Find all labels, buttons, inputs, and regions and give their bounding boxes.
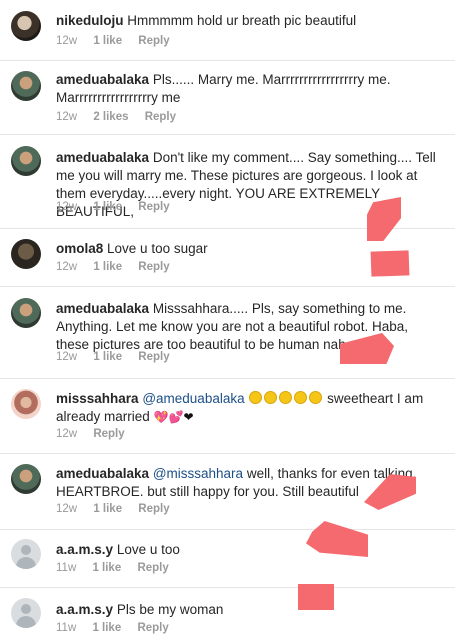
comment-meta: 11w 1 like Reply [56, 562, 182, 574]
grinning-emoji-icon [294, 391, 308, 404]
username[interactable]: a.a.m.s.y [56, 542, 113, 557]
username[interactable]: nikeduloju [56, 13, 124, 28]
comment-body: misssahhara @ameduabalaka sweetheart I a… [56, 390, 441, 426]
comment-item: ameduabalaka Misssahhara..... Pls, say s… [0, 287, 455, 380]
timestamp: 12w [56, 261, 78, 273]
timestamp: 12w [56, 351, 78, 363]
reply-button[interactable]: Reply [138, 261, 169, 273]
mention-link[interactable]: @ameduabalaka [142, 391, 244, 406]
comment-text: Hmmmmm hold ur breath pic beautiful [127, 13, 357, 28]
comment-item: ameduabalaka Pls...... Marry me. Marrrrr… [0, 60, 455, 136]
comment-meta: 12w 1 like Reply [56, 503, 183, 515]
username[interactable]: ameduabalaka [56, 301, 149, 316]
username[interactable]: omola8 [56, 241, 103, 256]
comment-text: Love u too sugar [107, 241, 208, 256]
likes-count[interactable]: 1 like [93, 351, 122, 363]
comment-meta: 12w 1 like Reply [56, 201, 183, 213]
reply-button[interactable]: Reply [137, 562, 168, 574]
sparkling-hearts-icon: 💖💕 [153, 410, 184, 424]
comment-item: a.a.m.s.y Pls be my woman 11w 1 like Rep… [0, 588, 455, 640]
username[interactable]: a.a.m.s.y [56, 602, 113, 617]
comment-body: a.a.m.s.y Love u too [56, 541, 441, 559]
comment-meta: 12w 1 like Reply [56, 35, 183, 47]
username[interactable]: ameduabalaka [56, 150, 149, 165]
likes-count[interactable]: 1 like [93, 503, 122, 515]
reply-button[interactable]: Reply [93, 428, 124, 440]
comment-item: misssahhara @ameduabalaka sweetheart I a… [0, 378, 455, 454]
comment-body: ameduabalaka Pls...... Marry me. Marrrrr… [56, 71, 441, 107]
timestamp: 11w [56, 562, 77, 574]
redaction-mark [298, 584, 334, 610]
comment-item: nikeduloju Hmmmmm hold ur breath pic bea… [0, 0, 455, 62]
likes-count[interactable]: 1 like [93, 261, 122, 273]
comment-body: a.a.m.s.y Pls be my woman [56, 601, 441, 619]
likes-count[interactable]: 2 likes [93, 111, 128, 123]
username[interactable]: ameduabalaka [56, 72, 149, 87]
reply-button[interactable]: Reply [137, 622, 168, 634]
avatar[interactable] [11, 11, 41, 41]
reply-button[interactable]: Reply [138, 503, 169, 515]
avatar[interactable] [11, 539, 41, 569]
mention-link[interactable]: @misssahhara [153, 466, 243, 481]
avatar[interactable] [11, 239, 41, 269]
comment-text: Love u too [116, 542, 180, 557]
comment-body: nikeduloju Hmmmmm hold ur breath pic bea… [56, 12, 441, 30]
avatar[interactable] [11, 464, 41, 494]
username[interactable]: ameduabalaka [56, 466, 149, 481]
comment-meta: 12w 1 like Reply [56, 351, 183, 363]
username[interactable]: misssahhara [56, 391, 139, 406]
reply-button[interactable]: Reply [138, 351, 169, 363]
likes-count[interactable]: 1 like [92, 622, 121, 634]
reply-button[interactable]: Reply [145, 111, 176, 123]
comment-text: Pls be my woman [116, 602, 224, 617]
avatar[interactable] [11, 146, 41, 176]
redaction-mark [370, 250, 410, 277]
timestamp: 12w [56, 111, 78, 123]
avatar[interactable] [11, 389, 41, 419]
timestamp: 12w [56, 503, 78, 515]
grinning-emoji-icon [264, 391, 278, 404]
avatar[interactable] [11, 71, 41, 101]
comment-meta: 12w Reply [56, 428, 138, 440]
black-heart-icon: ❤ [183, 410, 194, 424]
avatar[interactable] [11, 298, 41, 328]
reply-button[interactable]: Reply [138, 35, 169, 47]
likes-count[interactable]: 1 like [93, 201, 122, 213]
comment-meta: 11w 1 like Reply [56, 622, 182, 634]
likes-count[interactable]: 1 like [92, 562, 121, 574]
timestamp: 12w [56, 201, 78, 213]
timestamp: 11w [56, 622, 77, 634]
timestamp: 12w [56, 428, 78, 440]
reply-button[interactable]: Reply [138, 201, 169, 213]
grinning-emoji-icon [279, 391, 293, 404]
timestamp: 12w [56, 35, 78, 47]
grinning-emoji-icon [249, 391, 263, 404]
avatar[interactable] [11, 598, 41, 628]
likes-count[interactable]: 1 like [93, 35, 122, 47]
comment-meta: 12w 2 likes Reply [56, 111, 189, 123]
comment-item: a.a.m.s.y Love u too 11w 1 like Reply [0, 529, 455, 587]
comment-meta: 12w 1 like Reply [56, 261, 183, 273]
grinning-emoji-icon [309, 391, 323, 404]
